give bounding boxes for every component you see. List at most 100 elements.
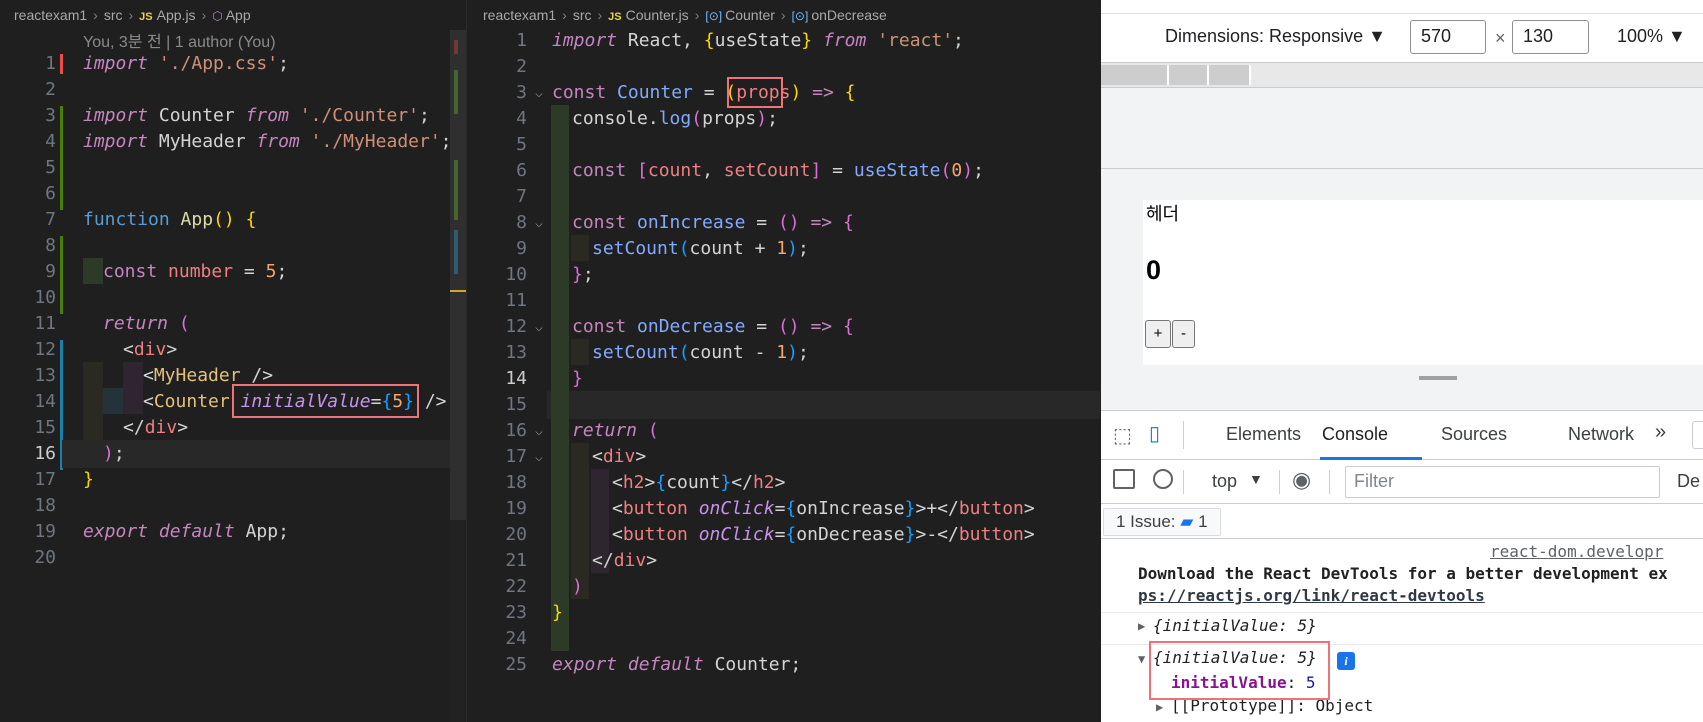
filter-input[interactable]: Filter — [1345, 466, 1660, 498]
js-file-icon: JS — [139, 11, 153, 23]
line-number: 2 — [516, 56, 527, 77]
log-entry-collapsed[interactable]: {initialValue: 5} — [1153, 616, 1317, 635]
line-number: 10 — [505, 264, 527, 285]
inspect-element-icon[interactable]: ⬚ — [1113, 423, 1132, 448]
minimap[interactable] — [450, 30, 466, 722]
line-number: 8 — [45, 235, 56, 256]
line-number: 7 — [45, 209, 56, 230]
zoom-select[interactable]: 100% ▼ — [1617, 26, 1686, 47]
line-number: 18 — [34, 495, 56, 516]
media-query-ruler[interactable] — [1101, 62, 1703, 88]
info-icon[interactable]: i — [1337, 650, 1355, 670]
line-number: 18 — [505, 472, 527, 493]
line-number: 12 — [34, 339, 56, 360]
collapse-triangle-icon[interactable]: ▼ — [1138, 652, 1145, 666]
increase-button[interactable]: + — [1145, 320, 1171, 348]
width-input[interactable]: 570 — [1410, 20, 1486, 54]
breadcrumb-folder[interactable]: reactexam1 — [483, 0, 556, 30]
line-number: 24 — [505, 628, 527, 649]
prop-key: initialValue — [1171, 673, 1287, 692]
breadcrumb-file[interactable]: Counter.js — [626, 0, 689, 30]
line-number: 17 — [505, 446, 527, 467]
breadcrumb-symbol[interactable]: App — [226, 0, 251, 30]
browser-top-edge — [1101, 0, 1703, 14]
line-number: 5 — [45, 157, 56, 178]
line-number: 23 — [505, 602, 527, 623]
line-number: 8 — [516, 212, 527, 233]
line-number: 19 — [505, 498, 527, 519]
log-entry-expanded[interactable]: {initialValue: 5} — [1153, 648, 1317, 667]
chrome-devtools: Dimensions: Responsive ▼ 570 × 130 100% … — [1101, 0, 1703, 722]
dimension-times: × — [1495, 28, 1506, 48]
console-toolbar: top ▼ ◉ Filter De — [1101, 460, 1703, 504]
tab-sources[interactable]: Sources — [1441, 424, 1507, 445]
more-tabs-chevron-icon[interactable]: » — [1655, 421, 1666, 444]
device-toolbar: Dimensions: Responsive ▼ 570 × 130 100% … — [1101, 14, 1703, 64]
expand-triangle-icon[interactable]: ▶ — [1156, 700, 1163, 714]
breadcrumb-folder[interactable]: src — [104, 0, 123, 30]
tab-console[interactable]: Console — [1322, 424, 1388, 445]
line-number: 2 — [45, 79, 56, 100]
issues-label: 1 Issue: — [1116, 512, 1176, 531]
variable-symbol-icon: [⊙] — [791, 9, 809, 23]
chevron-down-icon[interactable]: ▼ — [1249, 471, 1263, 487]
context-select[interactable]: top — [1212, 471, 1237, 492]
git-codelens[interactable]: You, 3분 전 | 1 author (You) — [83, 28, 276, 52]
line-number: 6 — [516, 160, 527, 181]
line-number: 7 — [516, 186, 527, 207]
devtools-message: Download the React DevTools for a better… — [1138, 564, 1668, 583]
console-output[interactable]: react-dom.developr Download the React De… — [1101, 540, 1703, 722]
preview-count: 0 — [1146, 255, 1162, 285]
editor-counter-js[interactable]: reactexam1 › src › JS Counter.js › [⊙] Counter ›[… — [467, 0, 1100, 722]
line-number: 20 — [505, 524, 527, 545]
breadcrumb-symbol[interactable]: onDecrease — [811, 0, 887, 30]
line-number: 4 — [516, 108, 527, 129]
breadcrumb: reactexam1 › src › JS App.js › ⬡ App — [0, 0, 466, 30]
editor-app-js[interactable]: reactexam1 › src › JS App.js › ⬡ App You, 3분 전 |… — [0, 0, 466, 722]
prototype-entry[interactable]: [[Prototype]]: Object — [1171, 696, 1373, 715]
resize-handle[interactable] — [1419, 376, 1457, 380]
clear-console-icon[interactable] — [1153, 469, 1173, 489]
decrease-button[interactable]: - — [1172, 320, 1195, 348]
line-number: 17 — [34, 469, 56, 490]
issue-message-icon: ▰ — [1180, 512, 1194, 531]
breadcrumb-folder[interactable]: src — [573, 0, 592, 30]
device-toggle-icon[interactable]: ▯ — [1149, 421, 1160, 446]
line-number: 9 — [516, 238, 527, 259]
line-number: 25 — [505, 654, 527, 675]
height-input[interactable]: 130 — [1512, 20, 1589, 54]
expand-triangle-icon[interactable]: ▶ — [1138, 619, 1145, 633]
tab-network[interactable]: Network — [1568, 424, 1634, 445]
dimensions-select[interactable]: Dimensions: Responsive ▼ — [1165, 26, 1386, 47]
issues-count: 1 — [1198, 512, 1208, 531]
line-number: 21 — [505, 550, 527, 571]
line-number: 19 — [34, 521, 56, 542]
breadcrumb-file[interactable]: App.js — [157, 0, 196, 30]
preview-page: 헤더 0 + - — [1143, 200, 1703, 365]
line-number: 15 — [505, 394, 527, 415]
tab-elements[interactable]: Elements — [1226, 424, 1301, 445]
default-levels-select[interactable]: De — [1677, 471, 1700, 492]
issues-button[interactable]: 1 Issue: ▰ 1 — [1103, 508, 1221, 536]
prop-value: 5 — [1305, 673, 1316, 692]
sidebar-toggle-icon[interactable] — [1113, 469, 1135, 489]
line-number: 11 — [34, 313, 56, 334]
line-number-current: 14 — [505, 368, 527, 389]
eye-icon[interactable]: ◉ — [1292, 467, 1311, 493]
breadcrumb-folder[interactable]: reactexam1 — [14, 0, 87, 30]
preview-header: 헤더 — [1146, 204, 1180, 224]
devtools-link[interactable]: ps://reactjs.org/link/react-devtools — [1138, 586, 1485, 605]
line-number: 12 — [505, 316, 527, 337]
line-number: 13 — [34, 365, 56, 386]
variable-symbol-icon: [⊙] — [705, 9, 723, 23]
line-number: 20 — [34, 547, 56, 568]
line-number: 5 — [516, 134, 527, 155]
component-symbol-icon: ⬡ — [212, 9, 223, 23]
breadcrumb-symbol[interactable]: Counter — [725, 0, 775, 30]
line-number: 4 — [45, 131, 56, 152]
line-number: 3 — [516, 82, 527, 103]
line-number: 13 — [505, 342, 527, 363]
devtools-tabbar: ⬚ ▯ Elements Console Sources Network » — [1101, 410, 1703, 460]
source-link[interactable]: react-dom.developr — [1490, 542, 1663, 561]
line-number: 11 — [505, 290, 527, 311]
